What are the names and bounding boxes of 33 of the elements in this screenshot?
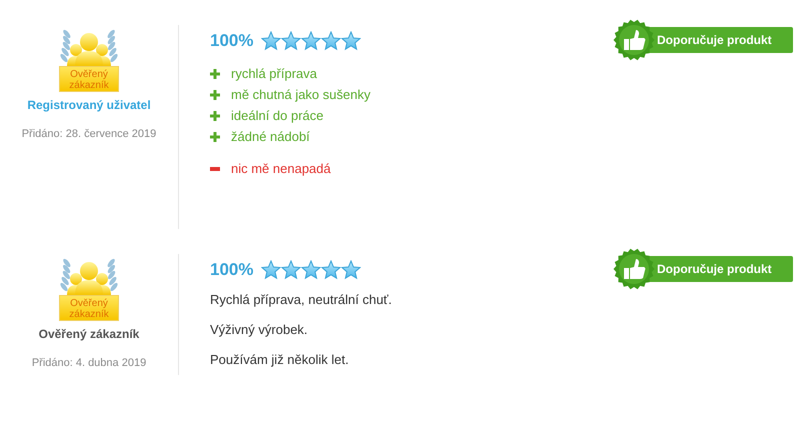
thumbs-up-icon bbox=[613, 248, 655, 290]
star-icon bbox=[341, 260, 362, 279]
pro-text: mě chutná jako sušenky bbox=[231, 87, 370, 102]
pro-text: rychlá příprava bbox=[231, 66, 317, 81]
star-icon bbox=[261, 260, 282, 279]
plus-icon bbox=[210, 68, 220, 78]
review-date: Přidáno: 4. dubna 2019 bbox=[32, 357, 146, 369]
review-text: Rychlá příprava, neutrální chuť. bbox=[210, 291, 393, 309]
star-icon bbox=[301, 30, 322, 50]
star-icon bbox=[301, 260, 322, 279]
minus-icon bbox=[210, 166, 220, 170]
star-icon bbox=[281, 30, 302, 50]
star-icon bbox=[321, 260, 342, 279]
con-text: nic mě nenapadá bbox=[231, 161, 331, 176]
pro-text: žádné nádobí bbox=[231, 129, 310, 144]
verified-people-icon bbox=[60, 258, 118, 295]
rating-score: 100% bbox=[210, 31, 254, 51]
verified-people-icon bbox=[60, 30, 118, 66]
plus-icon bbox=[210, 132, 220, 142]
review-date: Přidáno: 28. července 2019 bbox=[22, 128, 156, 140]
star-icon bbox=[341, 30, 362, 50]
author-name: Ověřený zákazník bbox=[38, 327, 140, 341]
thumbs-up-icon bbox=[613, 19, 655, 61]
plus-icon bbox=[210, 90, 220, 100]
star-icon bbox=[321, 30, 342, 50]
pro-text: ideální do práce bbox=[231, 108, 324, 123]
plus-icon bbox=[210, 110, 220, 120]
review-text: Výživný výrobek. bbox=[210, 321, 309, 339]
star-icon bbox=[261, 30, 282, 50]
review-text: Používám již několik let. bbox=[210, 351, 350, 369]
author-name[interactable]: Registrovaný uživatel bbox=[27, 98, 151, 112]
star-icon bbox=[281, 260, 302, 279]
rating-score: 100% bbox=[210, 260, 254, 280]
